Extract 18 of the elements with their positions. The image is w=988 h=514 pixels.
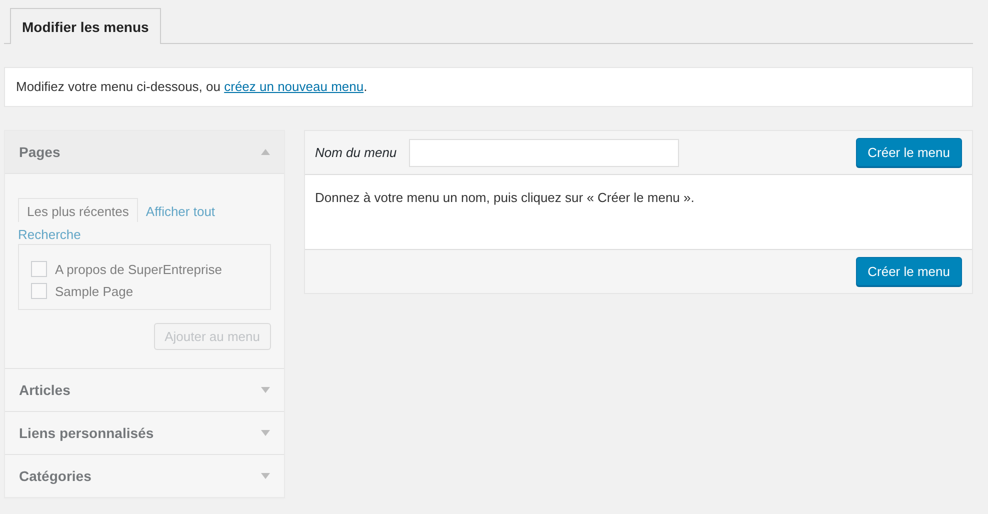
expand-arrow-icon [261,387,270,393]
create-menu-button[interactable]: Créer le menu [856,257,962,286]
page-label: A propos de SuperEntreprise [55,262,222,276]
expand-arrow-icon [261,473,270,479]
page-label: Sample Page [55,284,134,298]
create-menu-button[interactable]: Créer le menu [856,138,962,167]
menu-name-label: Nom du menu [315,145,397,160]
expand-arrow-icon [261,430,270,436]
instructions-text: Donnez à votre menu un nom, puis cliquez sur « Créer le menu ». [315,190,696,205]
collapse-arrow-icon [261,149,270,155]
menu-name-field[interactable] [408,138,679,166]
create-menu-link[interactable]: créez un nouveau menu [224,79,364,94]
section-title: Liens personnalisés [19,425,154,441]
section-title: Articles [19,382,70,398]
notice-text: Modifiez votre menu ci-dessous, ou créez un nouveau menu. [16,79,368,94]
page-tab[interactable]: Modifier les menus [10,8,161,44]
section-title: Catégories [19,468,92,484]
section-title: Pages [19,144,60,160]
